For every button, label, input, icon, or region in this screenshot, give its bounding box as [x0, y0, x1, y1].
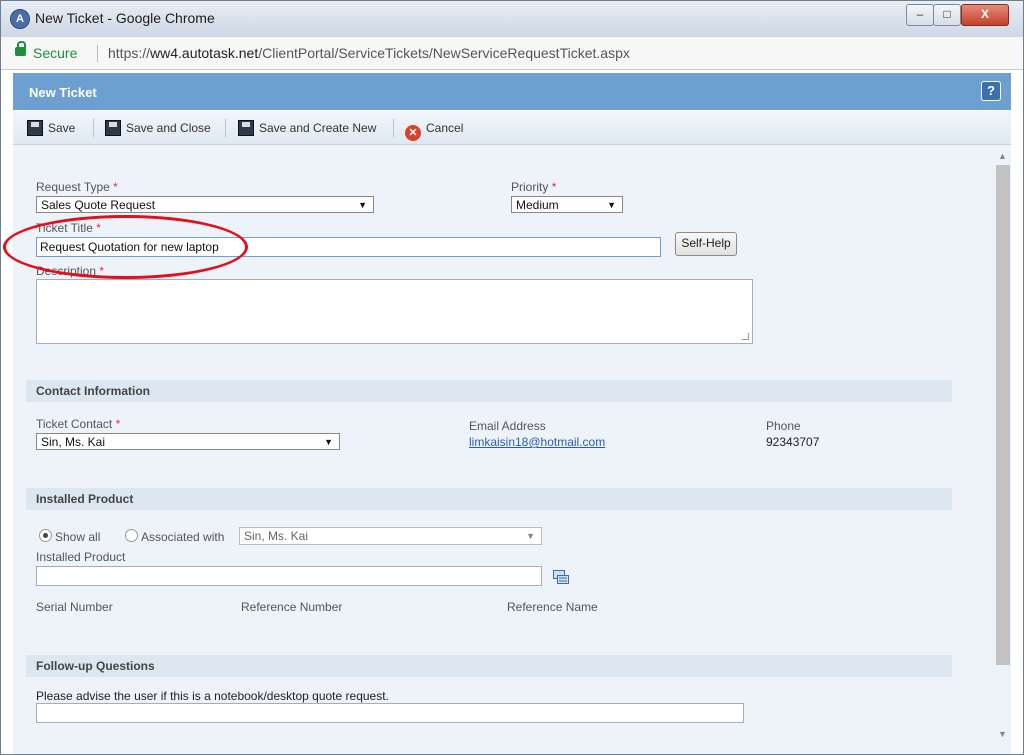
dropdown-arrow-icon: ▼	[526, 531, 535, 541]
associated-with-radio[interactable]: Associated with	[125, 529, 224, 544]
restore-button[interactable]: □	[933, 4, 961, 26]
page-title: New Ticket	[29, 85, 97, 100]
toolbar-separator	[393, 119, 394, 137]
serial-number-label: Serial Number	[36, 600, 113, 614]
phone-label: Phone	[766, 419, 801, 433]
scrollbar-thumb[interactable]	[996, 165, 1010, 665]
address-separator	[97, 45, 98, 62]
followup-section-header: Follow-up Questions	[26, 655, 952, 677]
dropdown-arrow-icon: ▼	[607, 200, 616, 210]
show-all-radio[interactable]: Show all	[39, 529, 100, 544]
priority-label: Priority *	[511, 180, 557, 194]
address-bar[interactable]: Secure https://ww4.autotask.net/ClientPo…	[1, 37, 1023, 70]
request-type-select[interactable]: Sales Quote Request ▼	[36, 196, 374, 213]
ticket-contact-label: Ticket Contact *	[36, 417, 121, 431]
close-button[interactable]: X	[961, 4, 1009, 26]
installed-product-label: Installed Product	[36, 550, 126, 564]
minimize-button[interactable]: –	[906, 4, 934, 26]
installed-product-section-header: Installed Product	[26, 488, 952, 510]
contact-section-header: Contact Information	[26, 380, 952, 402]
save-and-create-new-button[interactable]: Save and Create New	[238, 118, 376, 138]
scroll-down-icon[interactable]: ▼	[998, 729, 1007, 739]
highlight-circle	[3, 215, 248, 279]
secure-label: Secure	[33, 45, 78, 61]
autotask-icon: A	[10, 9, 30, 29]
toolbar-separator	[225, 119, 226, 137]
help-icon[interactable]: ?	[981, 81, 1001, 101]
request-type-label: Request Type *	[36, 180, 118, 194]
email-link[interactable]: limkaisin18@hotmail.com	[469, 435, 605, 449]
page-header: New Ticket ?	[13, 73, 1011, 110]
associated-with-select[interactable]: Sin, Ms. Kai ▼	[239, 527, 542, 545]
radio-unchecked-icon	[125, 529, 138, 542]
scroll-up-icon[interactable]: ▲	[998, 151, 1007, 161]
dropdown-arrow-icon: ▼	[324, 437, 333, 447]
save-icon	[27, 120, 43, 136]
self-help-button[interactable]: Self-Help	[675, 232, 737, 256]
toolbar: Save Save and Close Save and Create New …	[13, 111, 1011, 145]
ticket-contact-select[interactable]: Sin, Ms. Kai ▼	[36, 433, 340, 450]
radio-checked-icon	[39, 529, 52, 542]
followup-answer-1-input[interactable]	[36, 703, 744, 723]
followup-question-1: Please advise the user if this is a note…	[36, 689, 389, 703]
priority-select[interactable]: Medium ▼	[511, 196, 623, 213]
cancel-icon: ✕	[405, 125, 421, 141]
cancel-button[interactable]: ✕ Cancel	[405, 118, 463, 141]
reference-number-label: Reference Number	[241, 600, 343, 614]
title-bar: A New Ticket - Google Chrome – □ X	[1, 1, 1023, 37]
description-textarea[interactable]	[36, 279, 753, 344]
reference-name-label: Reference Name	[507, 600, 598, 614]
save-button[interactable]: Save	[27, 118, 75, 138]
dropdown-arrow-icon: ▼	[358, 200, 367, 210]
lock-icon	[15, 41, 26, 56]
product-picker-icon[interactable]	[553, 570, 569, 584]
resize-handle[interactable]	[742, 333, 749, 340]
save-and-close-button[interactable]: Save and Close	[105, 118, 211, 138]
installed-product-input[interactable]	[36, 566, 542, 586]
toolbar-separator	[93, 119, 94, 137]
email-label: Email Address	[469, 419, 546, 433]
phone-value: 92343707	[766, 435, 820, 449]
browser-window: A New Ticket - Google Chrome – □ X Secur…	[0, 0, 1024, 755]
save-close-icon	[105, 120, 121, 136]
url-text[interactable]: https://ww4.autotask.net/ClientPortal/Se…	[108, 45, 630, 61]
save-new-icon	[238, 120, 254, 136]
window-title: New Ticket - Google Chrome	[35, 10, 215, 26]
